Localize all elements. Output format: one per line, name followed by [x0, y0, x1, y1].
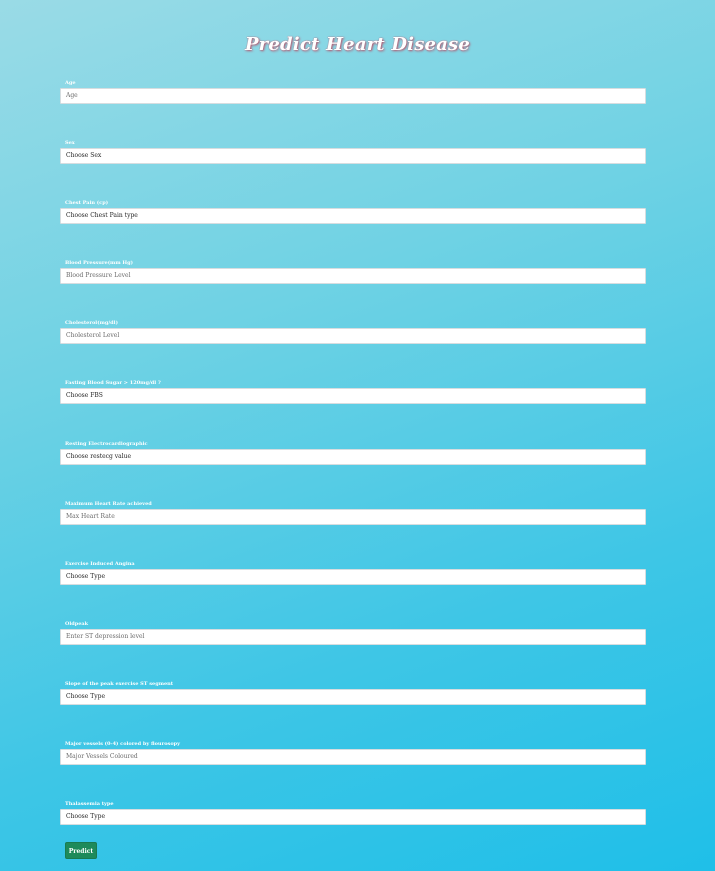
exercise-angina-label: Exercise Induced Angina [65, 560, 135, 567]
blood-pressure-input[interactable]: Blood Pressure Level [60, 268, 646, 285]
predict-button[interactable]: Predict [65, 842, 97, 859]
oldpeak-field-group: Oldpeak Enter ST depression level [60, 621, 646, 681]
restecg-select-value: Choose restecg value [66, 452, 132, 460]
major-vessels-field-group: Major vessels (0-4) colored by flourosop… [60, 741, 646, 801]
fbs-label: Fasting Blood Sugar > 120mg/dl ? [65, 380, 161, 387]
exercise-angina-select[interactable]: Choose Type [60, 568, 646, 585]
oldpeak-input-placeholder: Enter ST depression level [66, 632, 145, 640]
blood-pressure-field-group: Blood Pressure(mm Hg) Blood Pressure Lev… [60, 260, 646, 320]
fbs-select-value: Choose FBS [66, 392, 103, 400]
slope-field-group: Slope of the peak exercise ST segment Ch… [60, 681, 646, 741]
slope-select[interactable]: Choose Type [60, 688, 646, 705]
fbs-select[interactable]: Choose FBS [60, 388, 646, 405]
prediction-form: Age Age Sex Choose Sex Chest Pain (cp) C… [60, 80, 646, 861]
cholesterol-input-placeholder: Cholesterol Level [66, 332, 120, 340]
restecg-select[interactable]: Choose restecg value [60, 448, 646, 465]
major-vessels-input[interactable]: Major Vessels Coloured [60, 749, 646, 766]
slope-label: Slope of the peak exercise ST segment [65, 680, 174, 687]
thalassemia-select-value: Choose Type [66, 813, 105, 821]
max-heart-rate-input[interactable]: Max Heart Rate [60, 508, 646, 525]
sex-select-value: Choose Sex [66, 152, 102, 160]
major-vessels-label: Major vessels (0-4) colored by flourosop… [65, 741, 181, 748]
fbs-field-group: Fasting Blood Sugar > 120mg/dl ? Choose … [60, 380, 646, 440]
blood-pressure-label: Blood Pressure(mm Hg) [65, 260, 133, 267]
age-input[interactable]: Age [60, 88, 646, 104]
age-label: Age [65, 80, 76, 86]
thalassemia-field-group: Thalassemia type Choose Type [60, 801, 646, 861]
chest-pain-label: Chest Pain (cp) [65, 200, 109, 207]
thalassemia-label: Thalassemia type [65, 801, 114, 808]
oldpeak-label: Oldpeak [65, 620, 89, 627]
slope-select-value: Choose Type [66, 692, 105, 700]
sex-select[interactable]: Choose Sex [60, 148, 646, 165]
age-input-placeholder: Age [66, 92, 78, 99]
thalassemia-select[interactable]: Choose Type [60, 809, 646, 826]
oldpeak-input[interactable]: Enter ST depression level [60, 628, 646, 645]
major-vessels-input-placeholder: Major Vessels Coloured [66, 753, 138, 761]
age-field-group: Age Age [60, 80, 646, 140]
page-title: Predict Heart Disease [244, 34, 471, 55]
chest-pain-field-group: Chest Pain (cp) Choose Chest Pain type [60, 200, 646, 260]
chest-pain-select-value: Choose Chest Pain type [66, 212, 138, 220]
sex-label: Sex [65, 140, 75, 147]
blood-pressure-input-placeholder: Blood Pressure Level [66, 272, 131, 280]
exercise-angina-select-value: Choose Type [66, 572, 105, 580]
max-heart-rate-label: Maximum Heart Rate achieved [65, 500, 152, 507]
cholesterol-field-group: Cholesterol(mg/dl) Cholesterol Level [60, 320, 646, 380]
chest-pain-select[interactable]: Choose Chest Pain type [60, 208, 646, 225]
cholesterol-input[interactable]: Cholesterol Level [60, 328, 646, 345]
sex-field-group: Sex Choose Sex [60, 140, 646, 200]
restecg-label: Resting Electrocardiographic [65, 440, 148, 447]
max-heart-rate-field-group: Maximum Heart Rate achieved Max Heart Ra… [60, 501, 646, 561]
cholesterol-label: Cholesterol(mg/dl) [65, 320, 118, 327]
max-heart-rate-input-placeholder: Max Heart Rate [66, 512, 115, 520]
restecg-field-group: Resting Electrocardiographic Choose rest… [60, 441, 646, 501]
exercise-angina-field-group: Exercise Induced Angina Choose Type [60, 561, 646, 621]
